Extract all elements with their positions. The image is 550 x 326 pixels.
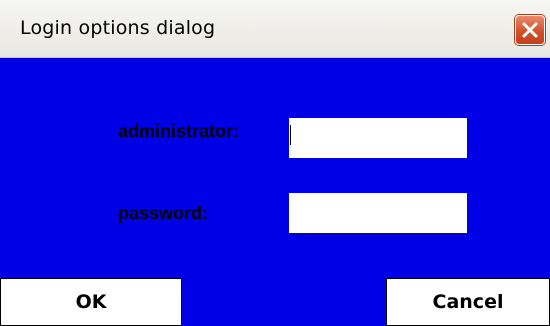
title-bar[interactable]: Login options dialog [0, 0, 550, 58]
text-caret [290, 125, 291, 145]
close-icon [522, 22, 538, 38]
window-title: Login options dialog [20, 17, 216, 39]
password-label: password: [118, 203, 209, 223]
administrator-input[interactable] [289, 118, 467, 158]
cancel-button[interactable]: Cancel [386, 278, 550, 326]
password-input[interactable] [289, 193, 467, 233]
ok-button[interactable]: OK [0, 278, 182, 326]
login-options-dialog: Login options dialog administrator: pass… [0, 0, 550, 326]
administrator-label: administrator: [118, 121, 240, 141]
close-button[interactable] [515, 15, 545, 45]
